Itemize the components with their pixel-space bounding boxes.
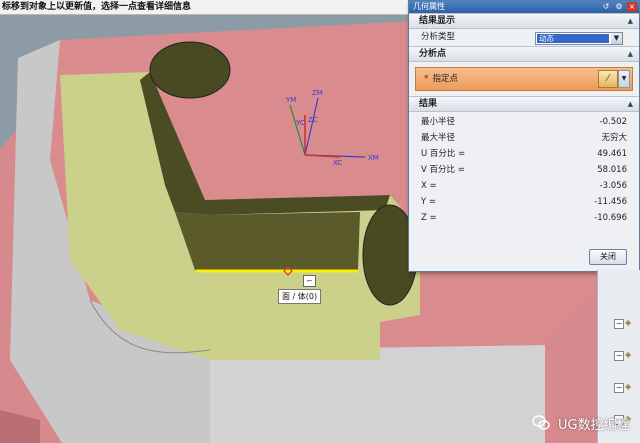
result-value: 58.016 [597, 165, 627, 175]
tree-node[interactable]: − ◈ [613, 350, 639, 362]
feature-icon: ◈ [625, 350, 632, 359]
section-results[interactable]: 结果 ▲ [409, 96, 639, 112]
result-row: V 百分比 = 58.016 [409, 162, 639, 178]
reset-icon[interactable]: ↺ [601, 2, 611, 12]
result-value: -0.502 [599, 117, 627, 127]
result-row: 最小半径 -0.502 [409, 114, 639, 130]
axis-label-xc: XC [333, 159, 342, 167]
result-row: X = -3.056 [409, 178, 639, 194]
result-label: X = [421, 181, 437, 191]
section-results-label: 结果 [419, 99, 438, 109]
result-value: -3.056 [599, 181, 627, 191]
pocket-inner-wall [175, 212, 360, 270]
analysis-type-label: 分析类型 [421, 32, 456, 42]
selection-tooltip: 面 / 体(0) [278, 289, 322, 304]
result-label: V 百分比 = [421, 165, 465, 175]
result-value: -11.456 [594, 197, 627, 207]
analysis-type-value: 动态 [537, 34, 609, 43]
chevron-down-icon[interactable]: ▼ [611, 33, 622, 44]
result-value: 无穷大 [601, 133, 627, 143]
expand-icon[interactable]: − [614, 351, 624, 361]
section-analysis-point[interactable]: 分析点 ▲ [409, 46, 639, 62]
required-marker-icon: * [424, 74, 429, 84]
point-type-dropdown[interactable]: ▼ [618, 70, 630, 88]
settings-icon[interactable]: ⚙ [614, 2, 624, 12]
axis-label-yc: YC [295, 119, 305, 127]
result-label: Y = [421, 197, 437, 207]
top-hole [149, 41, 231, 99]
expand-icon[interactable]: − [614, 383, 624, 393]
point-dialog-button[interactable]: ⁄ [598, 70, 618, 88]
dialog-title: 几何属性 [413, 2, 445, 11]
result-value: -10.696 [594, 213, 627, 223]
feature-icon: ◈ [625, 318, 632, 327]
watermark-text: UG数控编程 [558, 418, 630, 433]
close-icon[interactable]: × [627, 2, 637, 12]
result-value: 49.461 [597, 149, 627, 159]
point-wand-icon: ⁄ [607, 73, 609, 84]
specify-point-row[interactable]: * 指定点 ⁄ ▼ [415, 67, 633, 91]
tree-node[interactable]: − ◈ [613, 318, 639, 330]
collapse-icon[interactable]: ▲ [628, 47, 633, 61]
result-label: 最大半径 [421, 133, 456, 143]
axis-label-zc: ZC [308, 116, 318, 124]
result-row: 最大半径 无穷大 [409, 130, 639, 146]
analysis-type-row: 分析类型 动态 ▼ [409, 29, 639, 46]
result-row: Z = -10.696 [409, 210, 639, 226]
results-list: 最小半径 -0.502 最大半径 无穷大 U 百分比 = 49.461 V 百分比 =… [409, 112, 639, 226]
close-button[interactable]: 关闭 [589, 249, 627, 265]
collapse-icon[interactable]: ▲ [628, 97, 633, 111]
tree-node[interactable]: − ◈ [613, 382, 639, 394]
result-label: U 百分比 = [421, 149, 466, 159]
chevron-down-icon: ▼ [621, 75, 627, 82]
axis-label-z: ZM [312, 89, 323, 97]
feature-icon: ◈ [625, 382, 632, 391]
section-analysis-point-label: 分析点 [419, 49, 447, 59]
specify-point-label: 指定点 [432, 74, 458, 84]
collapse-icon[interactable]: ▲ [628, 14, 633, 28]
dialog-title-bar[interactable]: 几何属性 ↺ ⚙ × [409, 1, 639, 13]
result-row: Y = -11.456 [409, 194, 639, 210]
result-label: Z = [421, 213, 437, 223]
wechat-logo-icon [532, 415, 550, 430]
axis-label-y: YM [285, 96, 296, 104]
expand-icon[interactable]: − [614, 319, 624, 329]
selection-tooltip-icon: ⌐ [303, 275, 316, 287]
section-results-display[interactable]: 结果显示 ▲ [409, 13, 639, 29]
result-row: U 百分比 = 49.461 [409, 146, 639, 162]
section-results-display-label: 结果显示 [419, 16, 456, 26]
axis-label-x: XM [368, 154, 379, 162]
geometry-properties-dialog: 几何属性 ↺ ⚙ × 结果显示 ▲ 分析类型 动态 ▼ 分析点 ▲ * 指定点 ⁄… [408, 0, 640, 272]
analysis-type-select[interactable]: 动态 ▼ [535, 32, 623, 45]
result-label: 最小半径 [421, 117, 456, 127]
prompt-line: 标移到对象上以更新值，选择一点查看详细信息 [0, 0, 412, 15]
